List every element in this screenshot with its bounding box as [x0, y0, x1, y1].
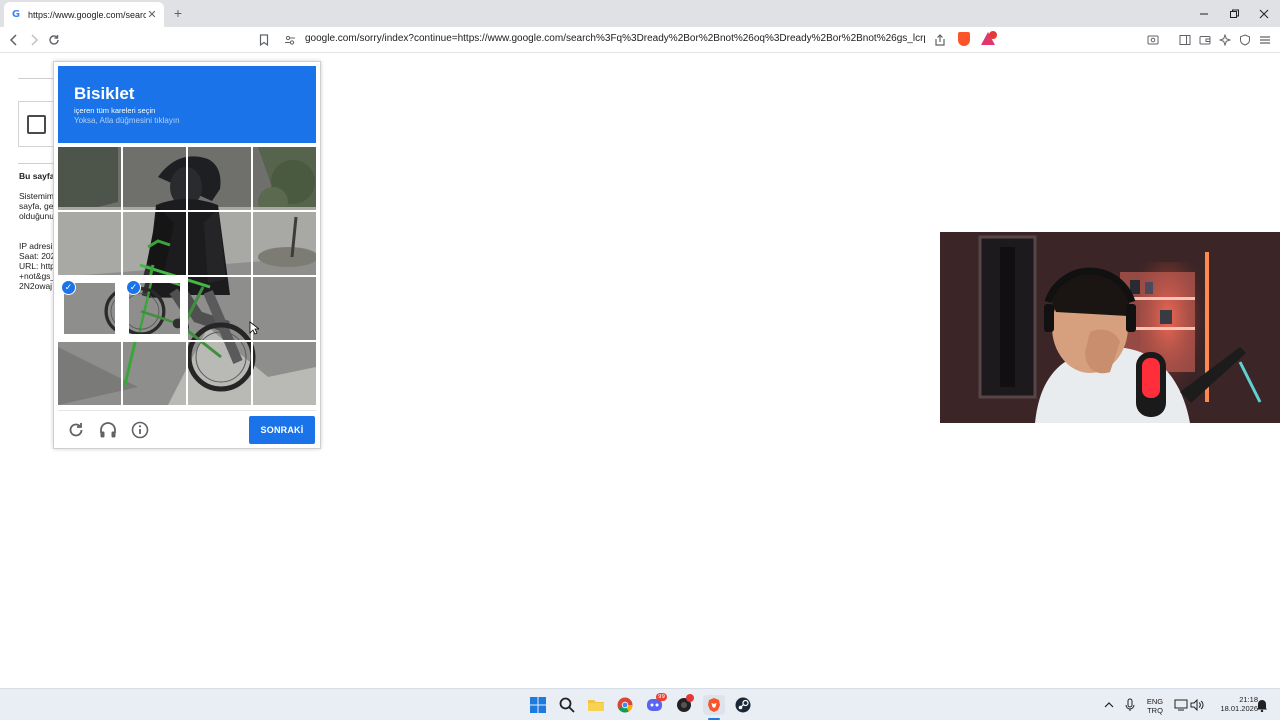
- challenge-instruction: içeren tüm kareleri seçin: [74, 106, 156, 115]
- browser-toolbar: google.com/sorry/index?continue=https://…: [0, 27, 1280, 53]
- file-explorer-icon[interactable]: [586, 695, 606, 715]
- vpn-shield-icon[interactable]: [1237, 32, 1253, 48]
- headphones-icon[interactable]: [98, 420, 118, 440]
- page-heading: Bu sayfa: [19, 171, 55, 181]
- notification-dot: [686, 694, 694, 702]
- language-indicator[interactable]: ENG TRQ: [1143, 697, 1167, 715]
- info-icon[interactable]: [130, 420, 150, 440]
- mouse-cursor-icon: [249, 321, 259, 335]
- image-tile[interactable]: [58, 147, 121, 210]
- notifications-icon[interactable]: [1252, 695, 1272, 715]
- forward-icon[interactable]: [26, 32, 42, 48]
- back-icon[interactable]: [6, 32, 22, 48]
- selected-check-icon: ✓: [61, 280, 76, 295]
- menu-icon[interactable]: [1257, 32, 1273, 48]
- image-tile[interactable]: [123, 342, 186, 405]
- share-icon[interactable]: [932, 32, 948, 48]
- site-settings-icon[interactable]: [282, 32, 298, 48]
- microphone-icon[interactable]: [1120, 695, 1140, 715]
- challenge-header: Bisiklet içeren tüm kareleri seçin Yoksa…: [58, 66, 316, 143]
- clock[interactable]: 21:18 18.01.2026: [1206, 695, 1258, 713]
- detail-line: +not&gs_: [19, 271, 56, 281]
- image-tile[interactable]: ✓: [58, 277, 121, 340]
- next-button[interactable]: SONRAKİ: [249, 416, 315, 444]
- selected-check-icon: ✓: [126, 280, 141, 295]
- image-tile[interactable]: [123, 147, 186, 210]
- paragraph-line: sayfa, ge: [19, 201, 54, 211]
- minimize-icon[interactable]: [1188, 0, 1220, 27]
- windows-start-icon[interactable]: [528, 695, 548, 715]
- detail-line: 2N2owaj: [19, 281, 53, 291]
- volume-icon[interactable]: [1187, 695, 1207, 715]
- brave-shields-icon[interactable]: [958, 32, 970, 46]
- detail-line: Saat: 202: [19, 251, 56, 261]
- image-tile[interactable]: [253, 212, 316, 275]
- paragraph-line: olduğunu: [19, 211, 54, 221]
- brave-icon[interactable]: [703, 695, 725, 715]
- image-tile[interactable]: [188, 147, 251, 210]
- divider: [18, 78, 56, 79]
- image-tile[interactable]: [123, 212, 186, 275]
- tab-title: https://www.google.com/search: [28, 9, 146, 20]
- challenge-hint: Yoksa, Atla düğmesini tıklayın: [74, 116, 180, 125]
- image-tile[interactable]: [253, 147, 316, 210]
- google-g-icon: G: [11, 8, 21, 20]
- challenge-footer: SONRAKİ: [58, 410, 316, 446]
- date-label: 18.01.2026: [1220, 704, 1258, 713]
- close-tab-icon[interactable]: ✕: [146, 8, 158, 21]
- detail-line: URL: http: [19, 261, 55, 271]
- tab-search-icon[interactable]: [1145, 32, 1161, 48]
- steam-icon[interactable]: [733, 695, 753, 715]
- show-hidden-icons-icon[interactable]: [1099, 695, 1119, 715]
- time-label: 21:18: [1239, 695, 1258, 704]
- rewards-badge: [989, 31, 997, 39]
- taskbar: 99 ENG TRQ 21:18 18.01.2026: [0, 688, 1280, 720]
- divider: [18, 163, 56, 164]
- leo-ai-icon[interactable]: [1217, 32, 1233, 48]
- reload-challenge-icon[interactable]: [66, 420, 86, 440]
- image-tile[interactable]: [58, 212, 121, 275]
- keyboard-layout-label: TRQ: [1147, 706, 1163, 715]
- browser-tab[interactable]: G https://www.google.com/search ✕: [4, 2, 164, 27]
- image-tile[interactable]: [253, 277, 316, 340]
- image-tile[interactable]: [188, 342, 251, 405]
- image-tile[interactable]: [253, 342, 316, 405]
- recaptcha-checkbox[interactable]: [27, 115, 46, 134]
- search-icon[interactable]: [557, 695, 577, 715]
- language-label: ENG: [1146, 697, 1164, 706]
- paragraph-line: Sistemim: [19, 191, 54, 201]
- notification-badge: 99: [656, 693, 667, 701]
- image-tile[interactable]: [188, 212, 251, 275]
- tab-strip: G https://www.google.com/search ✕ +: [0, 0, 1280, 27]
- image-grid: ✓ ✓: [58, 147, 316, 405]
- image-tile[interactable]: [188, 277, 251, 340]
- window-close-icon[interactable]: [1248, 0, 1280, 27]
- image-tile[interactable]: [58, 342, 121, 405]
- restore-icon[interactable]: [1218, 0, 1250, 27]
- image-tile[interactable]: ✓: [123, 277, 186, 340]
- challenge-target: Bisiklet: [74, 84, 135, 103]
- reload-icon[interactable]: [46, 32, 62, 48]
- recaptcha-challenge: Bisiklet içeren tüm kareleri seçin Yoksa…: [53, 61, 321, 449]
- address-bar[interactable]: google.com/sorry/index?continue=https://…: [305, 33, 925, 44]
- chrome-icon[interactable]: [615, 695, 635, 715]
- new-tab-button[interactable]: +: [170, 4, 186, 22]
- detail-line: IP adresi: [19, 241, 53, 251]
- bookmark-icon[interactable]: [256, 32, 272, 48]
- sidebar-icon[interactable]: [1177, 32, 1193, 48]
- wallet-icon[interactable]: [1197, 32, 1213, 48]
- webcam-overlay: [940, 232, 1280, 423]
